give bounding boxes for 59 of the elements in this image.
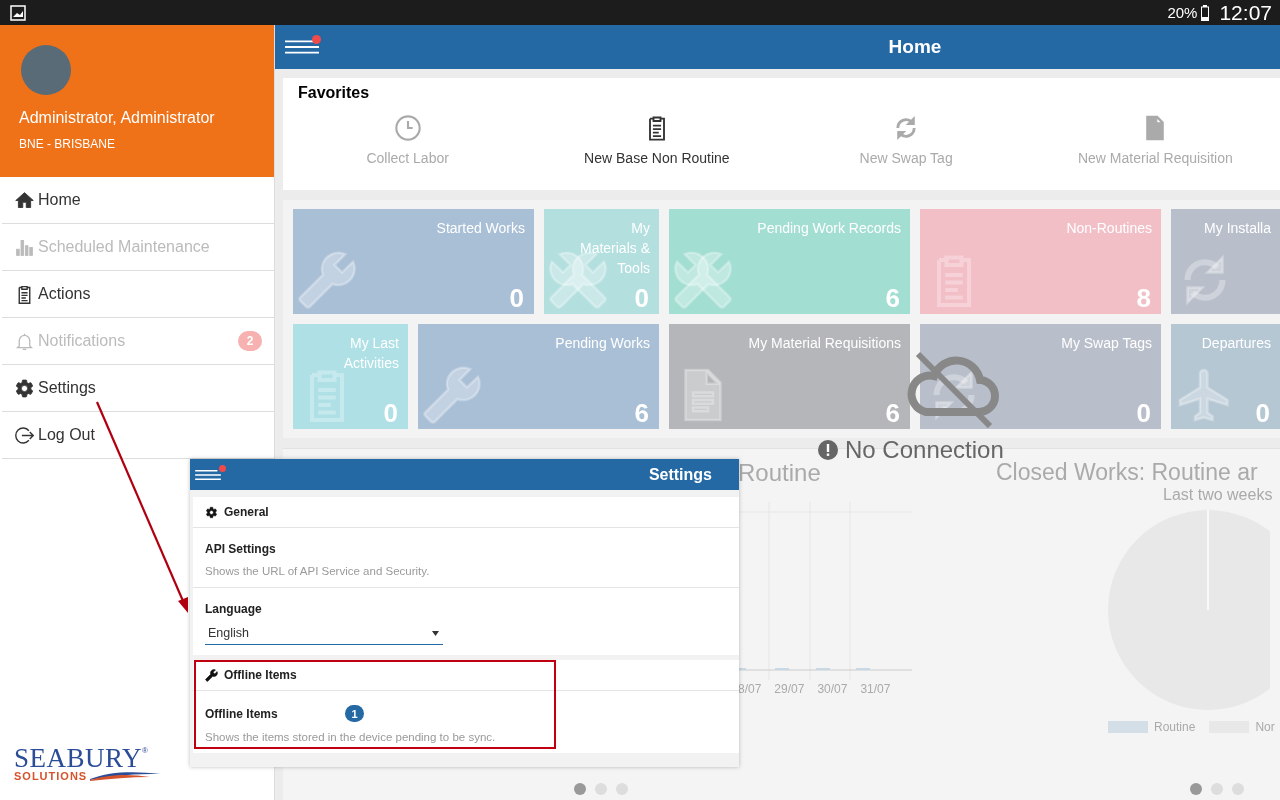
- dashboard-tile[interactable]: My Last Activities 0: [293, 324, 408, 429]
- axis-label: 31/07: [860, 682, 891, 696]
- wrench-icon: [297, 250, 357, 310]
- logout-icon: [14, 424, 35, 446]
- menu-button[interactable]: [285, 37, 321, 57]
- axis-label: 8/07: [738, 682, 762, 696]
- settings-title: Settings: [648, 465, 712, 484]
- notification-badge: 2: [238, 331, 262, 351]
- user-name: Administrator, Administrator: [19, 109, 216, 127]
- favorites-title: Favorites: [298, 84, 371, 102]
- registered-mark: ®: [142, 746, 148, 755]
- dashboard-tile[interactable]: My Material Requisitions 6: [669, 324, 910, 429]
- dashboard-tile[interactable]: My Installa: [1171, 209, 1280, 314]
- page-dot[interactable]: [1190, 783, 1202, 795]
- favorite-shortcut[interactable]: New Base Non Routine: [532, 114, 782, 166]
- logo-name: SEABURY: [14, 746, 143, 770]
- setting-title: Language: [205, 602, 263, 616]
- dashboard-tile[interactable]: My Materials & Tools 0: [544, 209, 659, 314]
- dashboard-tile[interactable]: Pending Work Records 6: [669, 209, 910, 314]
- dashboard-tile[interactable]: Non-Routines 8: [920, 209, 1161, 314]
- setting-title[interactable]: API Settings: [205, 542, 345, 556]
- battery-icon: [1201, 4, 1210, 21]
- home-icon: [14, 189, 35, 211]
- setting-description: Shows the URL of API Service and Security.: [205, 565, 431, 577]
- chart-title: Routine: [738, 459, 821, 486]
- battery-level: 20%: [1167, 4, 1198, 21]
- page-title: Home: [887, 36, 942, 57]
- axis-label: 29/07: [774, 682, 805, 696]
- settings-icon: [14, 377, 35, 399]
- dashboard-tile[interactable]: Started Works 0: [293, 209, 534, 314]
- user-location: BNE - BRISBANE: [19, 137, 117, 151]
- avatar: [21, 45, 71, 95]
- tools-icon: [673, 250, 733, 310]
- section-title: General: [224, 505, 269, 519]
- image-icon: [10, 4, 26, 21]
- axis-label: 30/07: [817, 682, 848, 696]
- chart-subtitle: Last two weeks: [1162, 486, 1274, 504]
- legend-label: Routine: [1154, 720, 1196, 734]
- language-select[interactable]: English: [205, 626, 443, 645]
- menu-item[interactable]: Actions: [2, 271, 274, 318]
- logo-tagline: SOLUTIONS: [14, 770, 88, 782]
- section-title: Offline Items: [224, 668, 297, 682]
- menu-button[interactable]: [195, 467, 225, 482]
- menu-item[interactable]: Settings: [2, 365, 274, 412]
- dashboard-tile[interactable]: Departures 0: [1171, 324, 1280, 429]
- clock-icon: [393, 114, 422, 142]
- settings-icon: [205, 505, 218, 519]
- dashboard-tile[interactable]: Pending Works 6: [418, 324, 659, 429]
- wrench-icon: [205, 668, 218, 682]
- setting-title[interactable]: Offline Items: [205, 706, 345, 721]
- legend-label: Nor: [1255, 720, 1275, 734]
- setting-description: Shows the items stored in the device pending to be sync.: [205, 731, 497, 743]
- page-dot[interactable]: [574, 783, 586, 795]
- clock-time: 12:07: [1219, 0, 1272, 25]
- menu-item[interactable]: Home: [2, 177, 274, 224]
- wrench-icon: [422, 365, 482, 425]
- count-badge: 1: [345, 705, 364, 722]
- dashboard-tile[interactable]: My Swap Tags 0: [920, 324, 1161, 429]
- caret-icon: [432, 630, 439, 636]
